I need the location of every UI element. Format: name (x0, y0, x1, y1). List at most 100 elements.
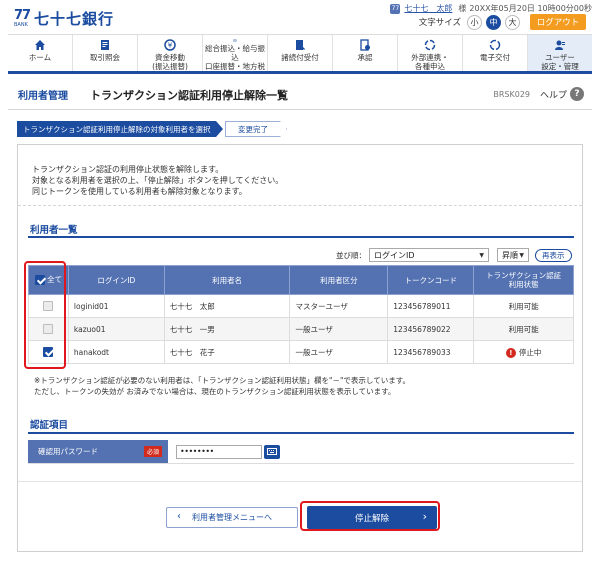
chevron-down-icon: ▼ (519, 251, 524, 259)
nav-label: 承認 (357, 53, 373, 62)
cell-status: 利用可能 (473, 294, 574, 318)
e-delivery-icon (489, 39, 501, 51)
content-panel: トランザクション認証の利用停止状態を解除します。 対象となる利用者を選択の上、「… (17, 144, 583, 552)
header-user-type: 利用者区分 (289, 265, 389, 295)
chevron-left-icon: ‹ (177, 511, 181, 522)
logo-mark-icon: 77 BANK (14, 7, 31, 29)
help-label: ヘルプ (539, 90, 567, 101)
header-token-code: トークンコード (387, 265, 475, 295)
nav-external-link[interactable]: 外部連携・ 各種申込 (398, 35, 463, 71)
password-input-cell: •••••••• (168, 440, 574, 463)
header-status: トランザクション認証 利用状態 (473, 265, 574, 295)
transfer-icon: ¥ (164, 39, 176, 51)
chevron-down-icon: ▼ (479, 251, 484, 259)
alert-icon: ! (505, 347, 516, 358)
nav-approval[interactable]: 承認 (333, 35, 398, 71)
font-size-small-button[interactable]: 小 (467, 14, 482, 30)
bank-logo[interactable]: 77 BANK 七十七銀行 (14, 8, 114, 29)
nav-label: 資金移動 (振込振替) (152, 53, 188, 71)
cell-token-code: 123456789011 (387, 294, 475, 318)
user-name-link[interactable]: 七十七 太郎 (404, 3, 452, 14)
user-bank-icon: 77 (390, 3, 401, 14)
table-row[interactable]: hanakodt 七十七 花子 一般ユーザ 123456789033 ! 停止中 (28, 340, 574, 364)
external-link-icon (424, 39, 436, 51)
nav-bulk-transfer[interactable]: 総合振込・給与振込 口座振替・地方税 (203, 35, 268, 71)
font-size-medium-button[interactable]: 中 (486, 14, 501, 30)
header: 77 BANK 七十七銀行 77 七十七 太郎 様 20XX年05月20日 10… (0, 0, 600, 34)
font-size-label: 文字サイズ (418, 18, 461, 28)
nav-inquiry[interactable]: 取引照会 (73, 35, 138, 71)
help-icon: ? (570, 87, 584, 101)
cell-status: 利用可能 (473, 317, 574, 341)
checkbox-column-highlight (24, 261, 66, 369)
nav-label: ホーム (28, 53, 52, 62)
cell-login-id: loginid01 (67, 294, 165, 318)
table-row[interactable]: kazuo01 七十七 一男 一般ユーザ 123456789022 利用可能 (28, 317, 574, 341)
status-text: 停止中 (518, 347, 542, 357)
step-next: 変更完了 (225, 121, 287, 137)
cell-user-type: 一般ユーザ (289, 340, 389, 364)
logo-text: 七十七銀行 (34, 10, 115, 28)
login-datetime: 20XX年05月20日 10時00分00秒 (469, 4, 592, 13)
software-keyboard-button[interactable] (264, 444, 280, 459)
divider (18, 481, 582, 482)
sort-field-value: ログインID (374, 250, 415, 260)
step-current: トランザクション認証利用停止解除の対象利用者を選択 (17, 121, 223, 137)
nav-e-delivery[interactable]: 電子交付 (463, 35, 528, 71)
nav-label: 総合振込・給与振込 口座振替・地方税 (205, 44, 265, 71)
required-badge: 必須 (143, 446, 162, 457)
description-line: 対象となる利用者を選択の上、「停止解除」ボタンを押してください。 (32, 176, 284, 185)
font-size-large-button[interactable]: 大 (505, 14, 520, 30)
cell-user-type: 一般ユーザ (289, 317, 389, 341)
user-table: 全て ログインID 利用者名 利用者区分 トークンコード トランザクション認証 … (28, 265, 574, 364)
password-row: 確認用パスワード 必須 •••••••• (28, 440, 574, 464)
nav-transfer[interactable]: ¥ 資金移動 (振込振替) (138, 35, 203, 71)
table-row[interactable]: loginid01 七十七 太郎 マスターユーザ 123456789011 利用… (28, 294, 574, 318)
note-line: ただし、トークンの失効が お済みでない場合は、現在のトランザクション認証利用状態… (34, 387, 396, 396)
nav-user-settings[interactable]: ユーザー 設定・管理 (528, 35, 592, 71)
cell-status: ! 停止中 (473, 340, 574, 364)
cell-user-type: マスターユーザ (289, 294, 389, 318)
page-title: トランザクション認証利用停止解除一覧 (90, 88, 288, 102)
global-nav: ホーム 取引照会 ¥ 資金移動 (振込振替) 総合振込・給与振込 口座振替・地方… (8, 34, 592, 74)
svg-text:¥: ¥ (168, 42, 173, 50)
divider (18, 205, 582, 206)
password-input[interactable]: •••••••• (176, 444, 262, 459)
sort-label: 並び順： (336, 250, 366, 260)
section-title: 利用者管理 (18, 91, 68, 102)
note-line: ※トランザクション認証が必要のない利用者は、「トランザクション認証利用状態」欄を… (34, 376, 410, 385)
redisplay-button[interactable]: 再表示 (535, 248, 572, 262)
approval-icon (360, 39, 370, 51)
description-line: 同じトークンを使用している利用者も解除対象となります。 (32, 187, 247, 196)
sort-controls: 並び順： ログインID ▼ 昇順 ▼ 再表示 (336, 248, 572, 262)
user-settings-icon (555, 40, 565, 50)
step-indicator: トランザクション認証利用停止解除の対象利用者を選択 変更完了 (17, 121, 287, 137)
sort-field-select[interactable]: ログインID ▼ (369, 248, 489, 262)
user-list-title-underline (28, 236, 574, 238)
logout-button[interactable]: ログアウト (530, 14, 586, 30)
nav-procedure[interactable]: 諸続付受付 (268, 35, 333, 71)
password-label: 確認用パスワード (38, 447, 98, 456)
header-login-id: ログインID (67, 265, 165, 295)
table-header-row: 全て ログインID 利用者名 利用者区分 トークンコード トランザクション認証 … (28, 265, 574, 295)
logo-number: 77 (14, 7, 31, 23)
user-info: 77 七十七 太郎 様 20XX年05月20日 10時00分00秒 (390, 3, 592, 14)
cell-token-code: 123456789033 (387, 340, 475, 364)
sort-order-value: 昇順 (502, 250, 518, 260)
help-link[interactable]: ヘルプ ? (540, 87, 584, 101)
page-title-bar: 利用者管理 トランザクション認証利用停止解除一覧 BRSK029 ヘルプ ? (8, 80, 592, 110)
cell-user-name: 七十七 花子 (163, 340, 291, 364)
description-line: トランザクション認証の利用停止状態を解除します。 (32, 165, 224, 174)
nav-home[interactable]: ホーム (8, 35, 73, 71)
cell-token-code: 123456789022 (387, 317, 475, 341)
nav-label: 電子交付 (480, 53, 510, 62)
nav-label: 諸続付受付 (281, 53, 319, 62)
auth-title-underline (28, 432, 574, 434)
inquiry-icon (101, 40, 109, 50)
bulk-transfer-icon (233, 39, 237, 42)
nav-label: 取引照会 (90, 53, 120, 62)
back-to-user-menu-button[interactable]: ‹ 利用者管理メニューへ (166, 507, 298, 528)
user-suffix: 様 (458, 4, 467, 13)
sort-order-select[interactable]: 昇順 ▼ (497, 248, 529, 262)
font-size-controls: 文字サイズ 小 中 大 ログアウト (419, 14, 586, 30)
